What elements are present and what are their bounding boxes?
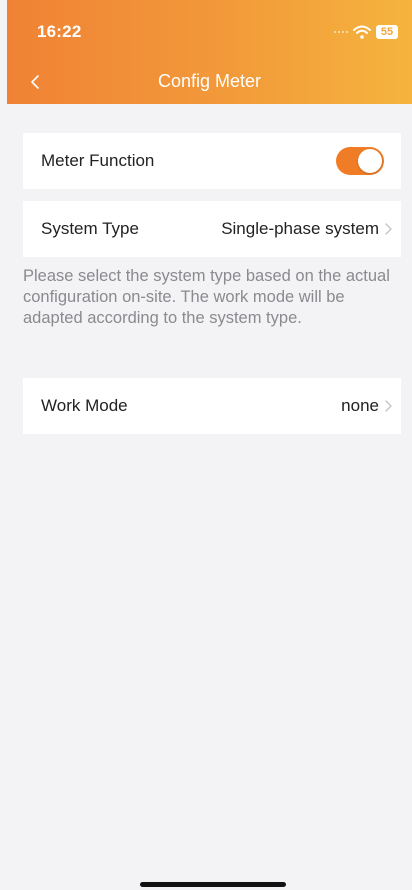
battery-icon: 55 — [376, 25, 398, 39]
status-time: 16:22 — [37, 22, 82, 41]
wifi-icon — [353, 25, 371, 39]
chevron-right-icon — [385, 400, 392, 412]
meter-function-row: Meter Function — [23, 133, 401, 189]
work-mode-row[interactable]: Work Mode none — [23, 378, 401, 434]
page-title: Config Meter — [157, 71, 262, 91]
status-indicators: 55 — [334, 24, 398, 40]
system-type-hint: Please select the system type based on t… — [23, 267, 390, 327]
signal-icon — [334, 31, 348, 33]
work-mode-value: none — [341, 396, 379, 415]
system-type-row[interactable]: System Type Single-phase system — [23, 201, 401, 257]
nav-bar: Config Meter — [7, 60, 412, 104]
home-indicator — [140, 882, 286, 887]
system-type-value: Single-phase system — [221, 219, 379, 238]
config-meter-screen: 16:22 55 Config Meter Meter Function Sys… — [0, 0, 412, 890]
header: 16:22 55 Config Meter — [7, 0, 412, 104]
status-bar: 16:22 55 — [7, 0, 412, 60]
chevron-right-icon — [385, 223, 392, 235]
toggle-knob — [358, 149, 382, 173]
meter-function-toggle[interactable] — [336, 147, 384, 175]
work-mode-label: Work Mode — [41, 396, 128, 415]
system-type-label: System Type — [41, 219, 139, 238]
meter-function-label: Meter Function — [41, 151, 155, 170]
